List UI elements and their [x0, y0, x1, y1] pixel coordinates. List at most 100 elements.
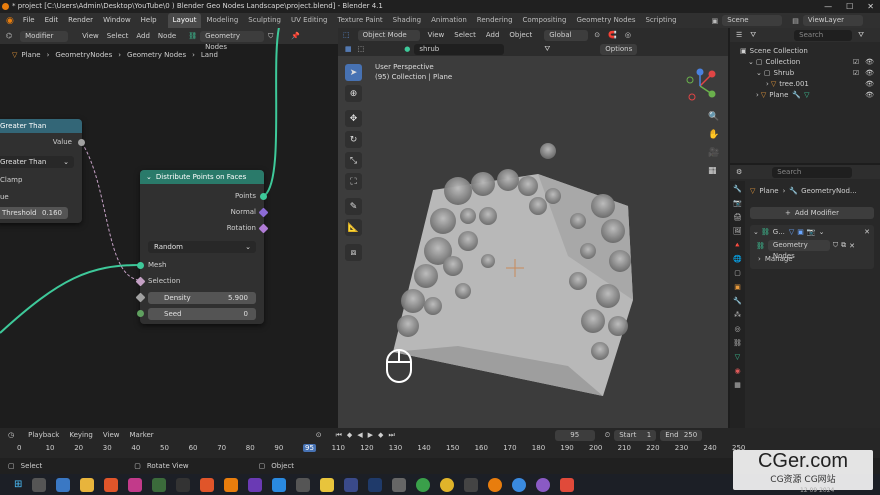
current-frame-field[interactable]: 95: [554, 429, 595, 441]
collapse-icon[interactable]: ⌄: [753, 228, 759, 236]
timeline-menu-playback[interactable]: Playback: [28, 431, 59, 439]
node-group-select[interactable]: Geometry Nodes: [767, 240, 830, 260]
render-tab-icon[interactable]: 📷: [733, 199, 742, 207]
render-toggle-icon[interactable]: 📷: [807, 228, 816, 236]
firefox-icon[interactable]: [224, 477, 239, 492]
app-icon[interactable]: [560, 477, 575, 492]
checkbox-icon[interactable]: ☑: [853, 69, 859, 77]
snap-icon[interactable]: 🧲: [608, 31, 617, 39]
method-select[interactable]: Random ⌄: [148, 241, 256, 253]
clamp-label[interactable]: Clamp: [0, 176, 22, 184]
start-frame-field[interactable]: Start 1: [614, 429, 657, 441]
eye-icon[interactable]: 👁: [865, 80, 874, 88]
mesh-input-socket[interactable]: [137, 262, 144, 269]
vp-menu-select[interactable]: Select: [454, 31, 476, 39]
timeline-menu-keying[interactable]: Keying: [69, 431, 93, 439]
options-button[interactable]: Options: [600, 43, 638, 55]
tab-shading[interactable]: Shading: [388, 13, 426, 28]
physics-tab-icon[interactable]: ◎: [734, 325, 740, 333]
data-tab-icon[interactable]: ▽: [735, 353, 740, 361]
tab-rendering[interactable]: Rendering: [472, 13, 518, 28]
view-layer-tab-icon[interactable]: 🖼: [733, 227, 742, 235]
eye-icon[interactable]: 👁: [865, 91, 874, 99]
eye-icon[interactable]: 👁: [865, 69, 874, 77]
value-output-socket[interactable]: [78, 139, 85, 146]
tab-uv-editing[interactable]: UV Editing: [286, 13, 333, 28]
windows-start-icon[interactable]: ⊞: [14, 479, 22, 490]
distribute-header[interactable]: ⌄ Distribute Points on Faces: [140, 170, 264, 184]
app-icon[interactable]: [296, 477, 311, 492]
greater-than-header[interactable]: Greater Than: [0, 119, 82, 133]
scene-selector[interactable]: Scene: [722, 15, 783, 26]
outliner-filter-icon[interactable]: ⛛: [750, 31, 756, 40]
viewport-search-input[interactable]: shrub: [414, 43, 505, 55]
transform-orientation-select[interactable]: Global: [544, 29, 589, 41]
constraints-tab-icon[interactable]: ⛓: [733, 339, 742, 347]
filter-funnel-icon[interactable]: ⛛: [544, 45, 550, 54]
menu-file[interactable]: File: [18, 13, 40, 28]
chrome-icon[interactable]: [512, 477, 527, 492]
shield-icon[interactable]: ⛉: [833, 241, 838, 250]
outliner-row[interactable]: ⌄ ▢ Collection ☑ 👁: [730, 56, 880, 67]
timeline-menu-marker[interactable]: Marker: [129, 431, 153, 439]
vscode-icon[interactable]: [272, 477, 287, 492]
nuke-icon[interactable]: [152, 477, 167, 492]
blender-logo-icon[interactable]: ◉: [6, 16, 14, 26]
collection-tab-icon[interactable]: ▢: [734, 269, 741, 277]
brave-icon[interactable]: [104, 477, 119, 492]
range-icon[interactable]: ⏲: [605, 431, 610, 440]
texture-tab-icon[interactable]: ▦: [734, 381, 741, 389]
tab-animation[interactable]: Animation: [426, 13, 472, 28]
modifier-tab-icon[interactable]: 🔧: [733, 297, 742, 305]
view3d-editor-icon[interactable]: ⬚: [343, 31, 350, 39]
jump-end-icon[interactable]: ⏭: [388, 431, 394, 440]
timeline-editor-icon[interactable]: ◷: [8, 431, 14, 439]
filter-green-icon[interactable]: ●: [404, 45, 410, 53]
density-field[interactable]: Density 5.900: [148, 292, 256, 304]
add-modifier-button[interactable]: + Add Modifier: [750, 207, 874, 219]
explorer-icon[interactable]: [56, 477, 71, 492]
proportional-icon[interactable]: ◎: [625, 31, 631, 39]
tab-compositing[interactable]: Compositing: [518, 13, 572, 28]
sw-icon[interactable]: [176, 477, 191, 492]
scene-tab-icon[interactable]: 🔺: [733, 241, 742, 249]
material-tab-icon[interactable]: ◉: [734, 367, 740, 375]
tab-modeling[interactable]: Modeling: [201, 13, 243, 28]
minimize-button[interactable]: —: [824, 0, 832, 13]
modifier-menu-icon[interactable]: ⌄: [819, 228, 825, 236]
github-icon[interactable]: [536, 477, 551, 492]
jump-start-icon[interactable]: ⏮: [336, 431, 342, 440]
expand-icon[interactable]: ›: [756, 91, 759, 99]
expand-icon[interactable]: ›: [766, 80, 769, 88]
chrome-icon[interactable]: [440, 477, 455, 492]
outliner-search-input[interactable]: Search: [794, 29, 853, 41]
outliner-row[interactable]: ⌄ ▢ Shrub ☑ 👁: [730, 67, 880, 78]
vp-menu-object[interactable]: Object: [509, 31, 532, 39]
menu-window[interactable]: Window: [98, 13, 136, 28]
properties-editor-icon[interactable]: ⚙: [736, 168, 742, 176]
toolbar-toggle-icon[interactable]: ▦: [345, 45, 352, 53]
tool-tab-icon[interactable]: 🔧: [733, 185, 742, 193]
unlink-icon[interactable]: ✕: [849, 242, 855, 250]
distribute-points-node[interactable]: ⌄ Distribute Points on Faces Points Norma…: [135, 170, 269, 324]
app-icon[interactable]: [248, 477, 263, 492]
timeline-menu-view[interactable]: View: [103, 431, 120, 439]
app-icon[interactable]: [128, 477, 143, 492]
edit-mode-toggle-icon[interactable]: ▽: [789, 228, 794, 236]
threshold-field[interactable]: Threshold 0.160: [0, 207, 68, 219]
outliner-row[interactable]: › ▽ Plane 🔧 ▽ 👁: [730, 89, 880, 100]
points-output-socket[interactable]: [260, 193, 267, 200]
app-icon[interactable]: [320, 477, 335, 492]
outliner-editor-icon[interactable]: ☰: [736, 31, 742, 39]
close-button[interactable]: ✕: [867, 0, 874, 13]
operation-select[interactable]: Greater Than ⌄: [0, 156, 74, 168]
menu-help[interactable]: Help: [136, 13, 162, 28]
properties-search-input[interactable]: Search: [772, 166, 853, 178]
world-tab-icon[interactable]: 🌐: [733, 255, 742, 263]
expand-icon[interactable]: ⌄: [756, 69, 762, 77]
tab-scripting[interactable]: Scripting: [640, 13, 681, 28]
outliner-row[interactable]: ▣ Scene Collection: [730, 45, 880, 56]
checkbox-icon[interactable]: ☑: [853, 58, 859, 66]
brave-icon[interactable]: [200, 477, 215, 492]
chrome-icon[interactable]: [416, 477, 431, 492]
